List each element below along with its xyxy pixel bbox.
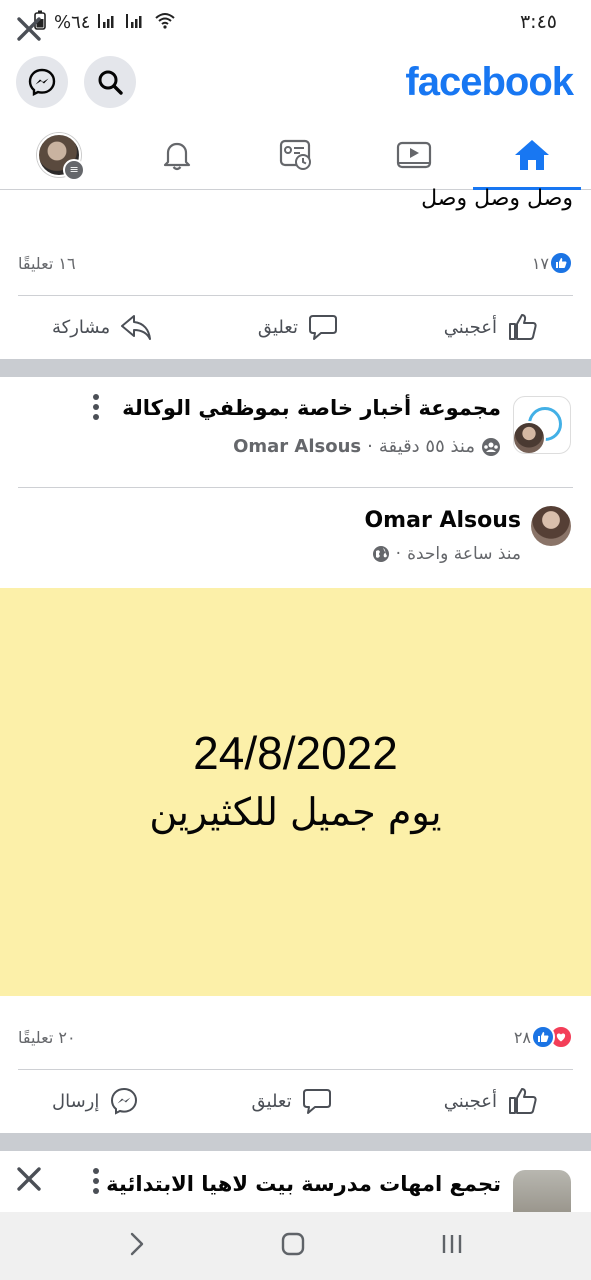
avatar: ≡ bbox=[37, 132, 86, 181]
messenger-icon bbox=[28, 68, 56, 96]
author-time: منذ ساعة واحدة bbox=[407, 544, 521, 564]
post-stats: ١٧ ١٦ تعليقًا bbox=[18, 243, 573, 283]
status-background-post[interactable]: 24/8/2022 يوم جميل للكثيرين bbox=[0, 588, 591, 996]
share-label: مشاركة bbox=[52, 316, 111, 338]
wifi-icon bbox=[154, 11, 176, 34]
like-label: أعجبني bbox=[443, 316, 497, 338]
hide-post-button[interactable] bbox=[14, 14, 44, 44]
comment-count[interactable]: ٢٠ تعليقًا bbox=[18, 1028, 76, 1047]
tab-watch[interactable] bbox=[355, 120, 473, 189]
group-avatar[interactable] bbox=[513, 1170, 571, 1212]
like-icon bbox=[509, 1088, 537, 1114]
like-reaction-icon bbox=[531, 1025, 555, 1049]
share-button[interactable]: مشاركة bbox=[52, 313, 152, 341]
tab-feeds[interactable] bbox=[236, 120, 354, 189]
like-label: أعجبني bbox=[443, 1090, 497, 1112]
video-icon bbox=[396, 141, 431, 168]
post-time: منذ ٥٥ دقيقة bbox=[378, 436, 475, 457]
back-button[interactable] bbox=[126, 1230, 148, 1262]
messenger-icon bbox=[111, 1087, 138, 1115]
tab-home[interactable] bbox=[472, 120, 591, 190]
search-icon bbox=[98, 70, 123, 95]
app-header: facebook bbox=[0, 44, 591, 120]
reaction-count: ٢٨ bbox=[513, 1027, 531, 1047]
feed-separator bbox=[0, 1133, 591, 1151]
avatar bbox=[514, 421, 546, 453]
divider bbox=[18, 487, 573, 488]
system-home-button[interactable] bbox=[280, 1231, 306, 1261]
close-icon bbox=[17, 1167, 41, 1191]
messenger-button[interactable] bbox=[16, 56, 68, 108]
signal-icon bbox=[98, 11, 118, 34]
shared-author: Omar Alsous منذ ساعة واحدة · bbox=[0, 504, 591, 574]
reactions-summary[interactable]: ٢٨ bbox=[514, 1025, 573, 1049]
tab-profile-menu[interactable]: ≡ bbox=[0, 120, 118, 189]
hide-post-button[interactable] bbox=[14, 1164, 44, 1194]
group-name[interactable]: مجموعة أخبار خاصة بموظفي الوكالة bbox=[122, 396, 501, 420]
like-icon bbox=[509, 314, 537, 340]
feed-separator bbox=[0, 359, 591, 377]
like-button[interactable]: أعجبني bbox=[444, 312, 539, 342]
post-actions: أعجبني تعليق إرسال bbox=[18, 1070, 573, 1132]
system-nav-bar bbox=[0, 1212, 591, 1280]
tab-bar: ≡ bbox=[0, 120, 591, 190]
group-icon bbox=[482, 437, 500, 456]
more-options-button[interactable] bbox=[84, 1166, 108, 1196]
clock: ٣:٤٥ bbox=[519, 11, 557, 33]
shared-by-name[interactable]: Omar Alsous bbox=[233, 436, 361, 457]
post-date-text: 24/8/2022 bbox=[193, 727, 398, 779]
group-name[interactable]: تجمع امهات مدرسة بيت لاهيا الابتدائية bbox=[106, 1172, 501, 1196]
post-stats: ٢٨ ٢٠ تعليقًا bbox=[18, 1017, 573, 1057]
close-icon bbox=[17, 17, 41, 41]
post-body-text: يوم جميل للكثيرين bbox=[149, 790, 442, 834]
comment-icon bbox=[302, 1089, 331, 1114]
author-name[interactable]: Omar Alsous bbox=[364, 508, 521, 533]
signal-icon bbox=[126, 11, 146, 34]
comment-button[interactable]: تعليق bbox=[258, 313, 338, 341]
search-button[interactable] bbox=[84, 56, 136, 108]
globe-icon bbox=[372, 546, 389, 562]
group-avatar[interactable] bbox=[513, 396, 571, 454]
menu-icon: ≡ bbox=[63, 158, 86, 181]
facebook-logo[interactable]: facebook bbox=[405, 60, 574, 105]
comment-icon bbox=[309, 315, 337, 340]
like-reaction-icon bbox=[549, 251, 573, 275]
post-meta: منذ ٥٥ دقيقة · Omar Alsous bbox=[233, 436, 501, 457]
reaction-count: ١٧ bbox=[531, 253, 549, 273]
back-icon bbox=[130, 1232, 144, 1256]
feeds-icon bbox=[279, 139, 311, 170]
recents-icon bbox=[442, 1235, 462, 1253]
send-label: إرسال bbox=[52, 1090, 100, 1112]
author-meta: منذ ساعة واحدة · bbox=[372, 544, 521, 564]
home-icon bbox=[514, 139, 549, 170]
comment-count[interactable]: ١٦ تعليقًا bbox=[18, 254, 76, 273]
comment-label: تعليق bbox=[251, 1090, 292, 1112]
reactions-summary[interactable]: ١٧ bbox=[532, 251, 573, 275]
bell-icon bbox=[164, 142, 191, 170]
battery-level: %٦٤ bbox=[54, 11, 91, 33]
send-button[interactable]: إرسال bbox=[52, 1086, 139, 1116]
status-icons: %٦٤ bbox=[34, 10, 176, 35]
post-actions: أعجبني تعليق مشاركة bbox=[18, 296, 573, 358]
recents-button[interactable] bbox=[439, 1231, 465, 1261]
status-bar: %٦٤ ٣:٤٥ bbox=[0, 0, 591, 44]
more-options-button[interactable] bbox=[84, 392, 108, 422]
like-button[interactable]: أعجبني bbox=[444, 1086, 539, 1116]
comment-button[interactable]: تعليق bbox=[252, 1087, 332, 1115]
tab-notifications[interactable] bbox=[118, 120, 236, 189]
share-icon bbox=[121, 315, 152, 340]
comment-label: تعليق bbox=[257, 316, 298, 338]
dot-icon bbox=[93, 394, 99, 400]
post-text: وصل وصل وصل bbox=[421, 186, 573, 211]
avatar[interactable] bbox=[531, 506, 571, 546]
home-icon bbox=[282, 1232, 305, 1256]
